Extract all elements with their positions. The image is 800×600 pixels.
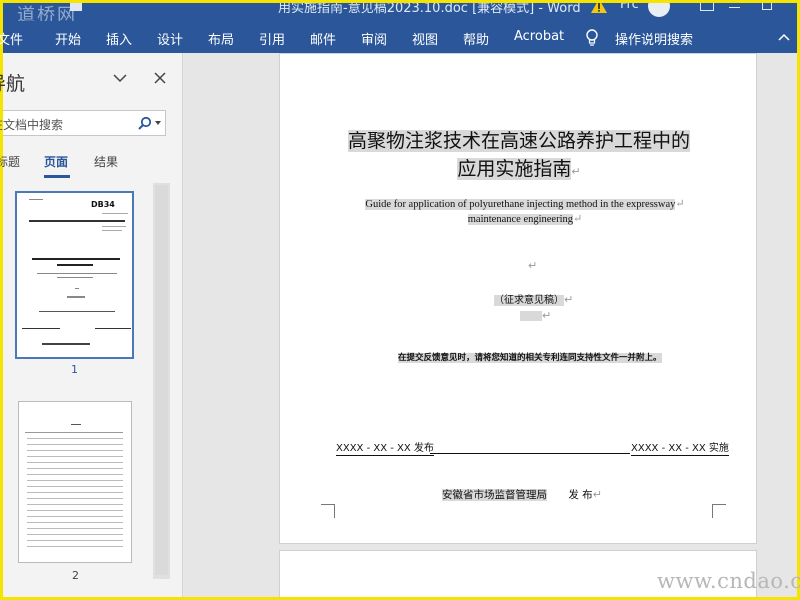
- tab-file[interactable]: 文件: [0, 29, 23, 48]
- margin-corner-mark: [712, 504, 726, 518]
- english-title-line-1[interactable]: Guide for application of polyurethane in…: [365, 199, 676, 210]
- implementation-date[interactable]: XXXX - XX - XX 实施: [631, 439, 729, 456]
- page-thumbnail-2[interactable]: [18, 401, 132, 563]
- maximize-icon[interactable]: [762, 3, 772, 10]
- date-rule: [430, 453, 630, 454]
- paragraph-mark: ↵: [542, 309, 552, 322]
- paragraph-mark: ↵: [571, 165, 581, 178]
- navigation-pane: 导航 在文档中搜索 标题 页面 结果 DB34 1: [0, 53, 183, 597]
- empty-paragraph-mark: ↵: [528, 259, 538, 272]
- tab-references[interactable]: 引用: [259, 29, 285, 48]
- minimize-icon[interactable]: [729, 7, 740, 8]
- page-thumbnail-1[interactable]: DB34: [15, 191, 134, 359]
- tab-home[interactable]: 开始: [55, 29, 81, 48]
- margin-corner-mark: [321, 504, 335, 518]
- title-bar: 道桥网 用实施指南-意见稿2023.10.doc [兼容模式] - Word F…: [3, 3, 797, 21]
- draft-label[interactable]: （征求意见稿）↵: [494, 291, 573, 306]
- issue-word: 发 布: [568, 489, 593, 501]
- nav-tab-results[interactable]: 结果: [94, 153, 118, 170]
- nav-pane-title: 导航: [0, 73, 26, 95]
- page-number-1: 1: [71, 363, 78, 376]
- thumbnail-code: DB34: [91, 200, 115, 209]
- issuer-line[interactable]: 安徽省市场监督管理局 发 布↵: [442, 487, 602, 502]
- tell-me-search[interactable]: 操作说明搜索: [615, 29, 693, 48]
- document-workspace[interactable]: 高聚物注浆技术在高速公路养护工程中的 应用实施指南↵ Guide for app…: [184, 53, 797, 597]
- search-options-icon[interactable]: [155, 121, 161, 125]
- page-number-2: 2: [72, 569, 79, 582]
- tab-mailings[interactable]: 邮件: [310, 29, 336, 48]
- tab-review[interactable]: 审阅: [361, 29, 387, 48]
- scrollbar-thumb[interactable]: [155, 185, 168, 575]
- watermark-logo: 道桥网: [17, 5, 77, 21]
- search-placeholder: 在文档中搜索: [0, 118, 64, 132]
- patent-notice-text: 在提交反馈意见时，请将您知道的相关专利连同支持性文件一并附上。: [398, 353, 662, 363]
- active-tab-indicator: [44, 175, 70, 178]
- nav-tab-headings[interactable]: 标题: [0, 153, 20, 170]
- thumbnails-scrollbar[interactable]: [153, 183, 170, 579]
- document-title-cn[interactable]: 高聚物注浆技术在高速公路养护工程中的 应用实施指南↵: [280, 127, 758, 186]
- tab-help[interactable]: 帮助: [463, 29, 489, 48]
- tab-acrobat[interactable]: Acrobat: [514, 29, 564, 44]
- chevron-down-icon[interactable]: [112, 73, 128, 83]
- document-search-input[interactable]: 在文档中搜索: [0, 110, 166, 136]
- lightbulb-icon[interactable]: [585, 29, 599, 46]
- issuer-name: 安徽省市场监督管理局: [442, 489, 547, 501]
- ribbon-tabs: 文件 开始 插入 设计 布局 引用 邮件 审阅 视图 帮助 Acrobat 操作…: [0, 21, 797, 53]
- nav-tab-pages[interactable]: 页面: [44, 153, 68, 170]
- site-watermark: www.cndao.com: [657, 569, 800, 593]
- document-page-1[interactable]: 高聚物注浆技术在高速公路养护工程中的 应用实施指南↵ Guide for app…: [279, 53, 757, 544]
- patent-notice[interactable]: 在提交反馈意见时，请将您知道的相关专利连同支持性文件一并附上。: [398, 351, 662, 363]
- document-title-en[interactable]: Guide for application of polyurethane in…: [350, 197, 700, 227]
- warning-icon[interactable]: [591, 3, 607, 13]
- tab-design[interactable]: 设计: [157, 29, 183, 48]
- user-name[interactable]: Frc: [620, 3, 639, 12]
- tab-view[interactable]: 视图: [412, 29, 438, 48]
- tab-layout[interactable]: 布局: [208, 29, 234, 48]
- title-line-2[interactable]: 应用实施指南: [457, 158, 572, 180]
- close-icon[interactable]: [153, 71, 167, 85]
- english-title-line-2[interactable]: maintenance engineering: [467, 214, 574, 225]
- issue-date[interactable]: XXXX - XX - XX 发布: [336, 439, 434, 456]
- collapse-ribbon-icon[interactable]: [778, 33, 790, 41]
- title-line-1[interactable]: 高聚物注浆技术在高速公路养护工程中的: [347, 130, 690, 152]
- draft-label-text: （征求意见稿）: [494, 295, 564, 306]
- search-icon[interactable]: [138, 116, 152, 130]
- tab-insert[interactable]: 插入: [106, 29, 132, 48]
- document-title: 用实施指南-意见稿2023.10.doc [兼容模式] - Word: [278, 3, 581, 16]
- blank-field[interactable]: [520, 311, 542, 321]
- ribbon-display-options-icon[interactable]: [700, 3, 714, 11]
- avatar[interactable]: [648, 3, 670, 17]
- save-icon[interactable]: [70, 3, 82, 11]
